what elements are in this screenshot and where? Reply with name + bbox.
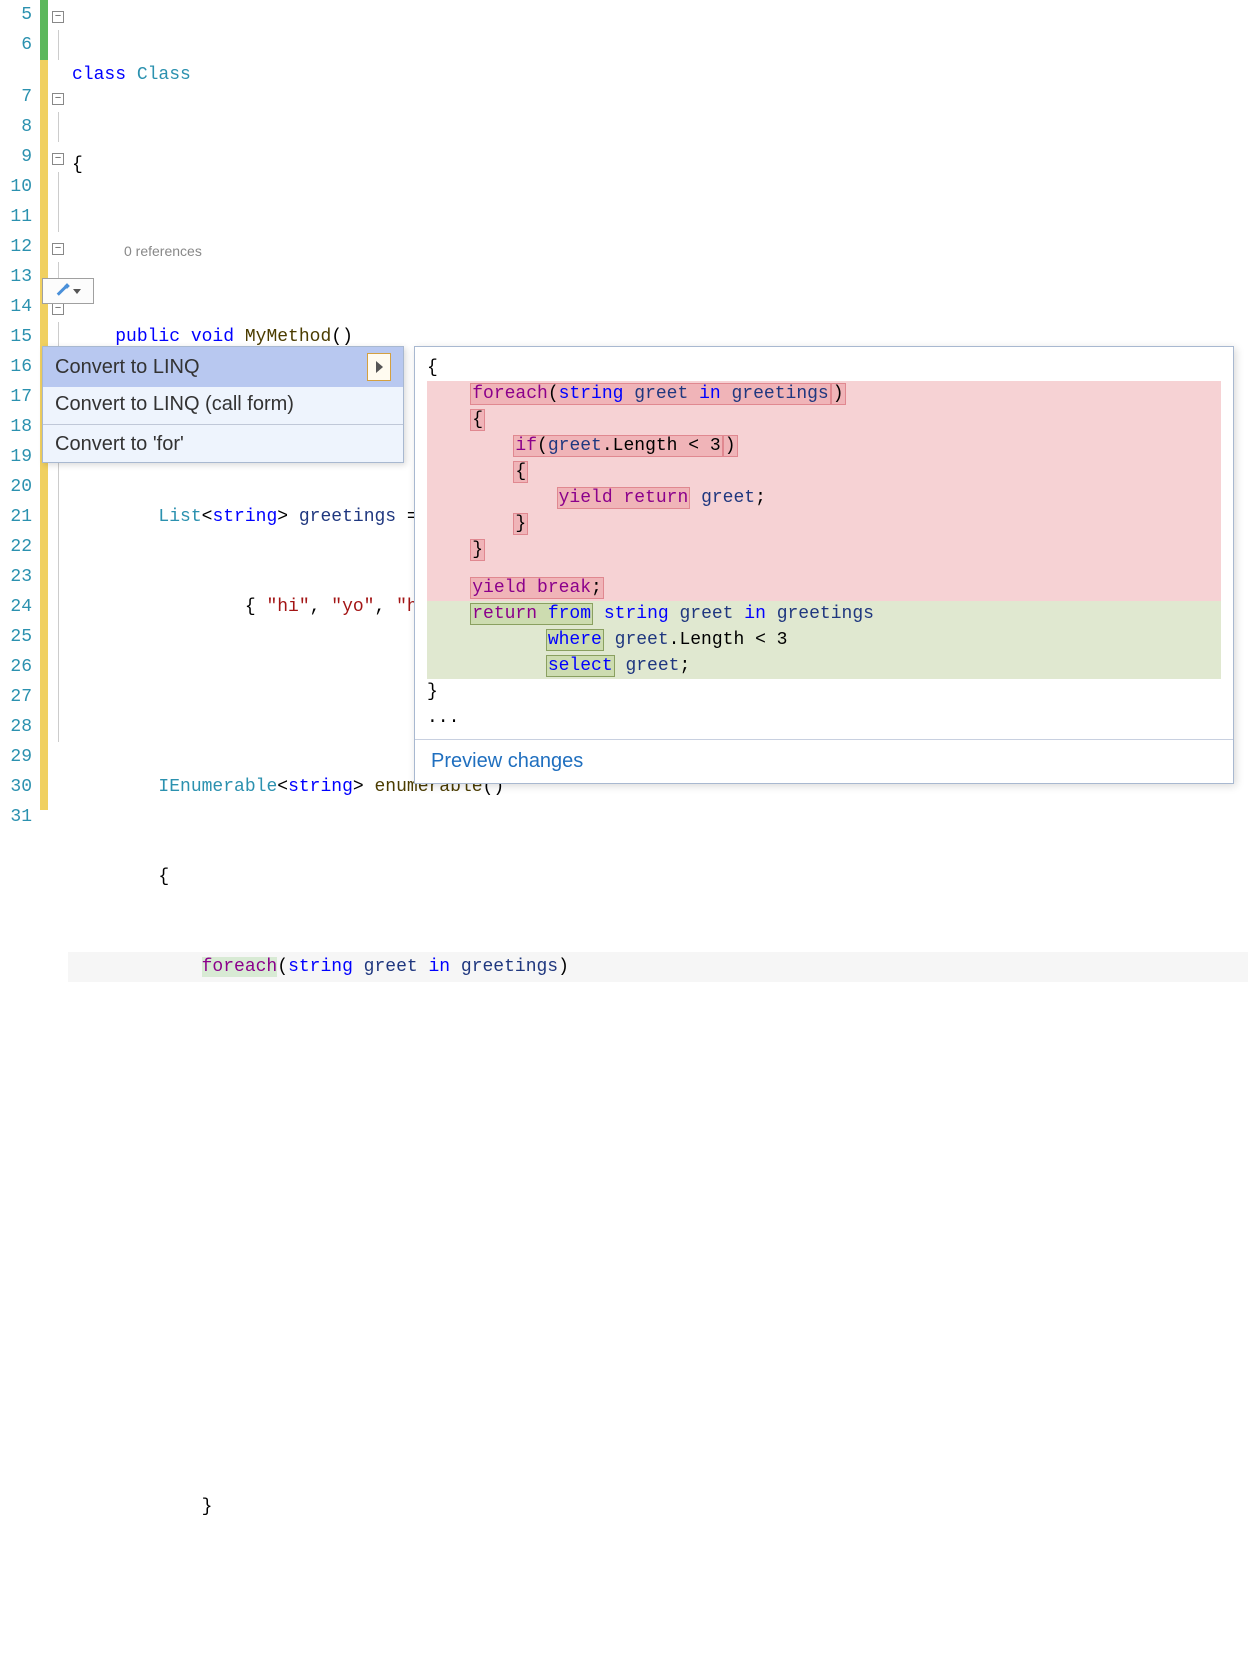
brace: } bbox=[202, 1497, 213, 1517]
line-number: 16 bbox=[0, 352, 32, 382]
preview-changes-link[interactable]: Preview changes bbox=[415, 739, 1233, 783]
line-number: 31 bbox=[0, 802, 32, 832]
line-number: 29 bbox=[0, 742, 32, 772]
diff-removed-line: if(greet.Length < 3) bbox=[427, 433, 1221, 459]
menu-item-convert-to-linq[interactable]: Convert to LINQ bbox=[43, 347, 403, 387]
codelens-references[interactable]: 0 references bbox=[68, 240, 1248, 262]
fold-toggle-icon[interactable]: − bbox=[52, 93, 64, 105]
menu-item-convert-to-linq-call[interactable]: Convert to LINQ (call form) bbox=[43, 387, 403, 422]
brace: { bbox=[68, 150, 1248, 180]
keyword: public bbox=[115, 327, 180, 347]
diff-added-line: where greet.Length < 3 bbox=[427, 627, 1221, 653]
menu-item-label: Convert to LINQ (call form) bbox=[55, 393, 294, 416]
line-number: 19 bbox=[0, 442, 32, 472]
type-name: Class bbox=[126, 65, 191, 85]
parens: () bbox=[331, 327, 353, 347]
line-number: 17 bbox=[0, 382, 32, 412]
line-number: 22 bbox=[0, 532, 32, 562]
refactoring-preview-panel: { foreach(string greet in greetings) { i… bbox=[414, 346, 1234, 784]
string-literal: "yo" bbox=[331, 597, 374, 617]
menu-item-label: Convert to 'for' bbox=[55, 433, 184, 456]
menu-separator bbox=[43, 424, 403, 425]
keyword: foreach bbox=[202, 957, 278, 977]
keyword: void bbox=[180, 327, 234, 347]
identifier: greetings bbox=[288, 507, 396, 527]
keyword: class bbox=[72, 65, 126, 85]
fold-toggle-icon[interactable]: − bbox=[52, 153, 64, 165]
diff-removed-line: } bbox=[427, 511, 1221, 537]
submenu-arrow-icon[interactable] bbox=[367, 353, 391, 381]
string-literal: "hi" bbox=[266, 597, 309, 617]
line-number: 21 bbox=[0, 502, 32, 532]
line-number: 18 bbox=[0, 412, 32, 442]
menu-item-label: Convert to LINQ bbox=[55, 356, 200, 379]
line-number: 30 bbox=[0, 772, 32, 802]
line-number: 10 bbox=[0, 172, 32, 202]
chevron-down-icon bbox=[73, 289, 81, 294]
diff-removed-line bbox=[427, 563, 1221, 575]
line-number: 13 bbox=[0, 262, 32, 292]
type-name: IEnumerable bbox=[158, 777, 277, 797]
diff-removed-line: yield break; bbox=[427, 575, 1221, 601]
line-number: 28 bbox=[0, 712, 32, 742]
screwdriver-icon bbox=[55, 284, 69, 298]
diff-removed-line: } bbox=[427, 537, 1221, 563]
diff-ellipsis: ... bbox=[427, 705, 1221, 731]
line-number: 24 bbox=[0, 592, 32, 622]
brace: { bbox=[158, 867, 169, 887]
fold-toggle-icon[interactable]: − bbox=[52, 243, 64, 255]
line-number: 7 bbox=[0, 82, 32, 112]
diff-removed-line: yield return greet; bbox=[427, 485, 1221, 511]
line-number: 5 bbox=[0, 0, 32, 30]
line-number: 6 bbox=[0, 30, 32, 60]
fold-toggle-icon[interactable]: − bbox=[52, 11, 64, 23]
line-number: 25 bbox=[0, 622, 32, 652]
diff-added-line: return from string greet in greetings bbox=[427, 601, 1221, 627]
line-number-gutter: 5 6 7 8 9 10 11 12 13 14 15 16 17 18 19 … bbox=[0, 0, 40, 832]
type-name: List bbox=[158, 507, 201, 527]
diff-context: { bbox=[427, 355, 1221, 381]
line-number: 15 bbox=[0, 322, 32, 352]
diff-removed-line: { bbox=[427, 459, 1221, 485]
quick-actions-button[interactable] bbox=[42, 278, 94, 304]
line-number: 12 bbox=[0, 232, 32, 262]
line-number: 26 bbox=[0, 652, 32, 682]
diff-removed-line: { bbox=[427, 407, 1221, 433]
diff-removed-line: foreach(string greet in greetings) bbox=[427, 381, 1221, 407]
identifier: greet bbox=[353, 957, 418, 977]
line-number: 14 bbox=[0, 292, 32, 322]
line-number: 9 bbox=[0, 142, 32, 172]
quick-actions-menu: Convert to LINQ Convert to LINQ (call fo… bbox=[42, 346, 404, 463]
identifier: greetings bbox=[450, 957, 558, 977]
line-number: 20 bbox=[0, 472, 32, 502]
diff-body: { foreach(string greet in greetings) { i… bbox=[415, 347, 1233, 739]
menu-item-convert-to-for[interactable]: Convert to 'for' bbox=[43, 427, 403, 462]
line-number: 27 bbox=[0, 682, 32, 712]
line-number: 11 bbox=[0, 202, 32, 232]
line-number: 23 bbox=[0, 562, 32, 592]
line-number: 8 bbox=[0, 112, 32, 142]
fold-toggle-icon[interactable]: − bbox=[52, 303, 64, 315]
method-name: MyMethod bbox=[234, 327, 331, 347]
diff-context: } bbox=[427, 679, 1221, 705]
diff-added-line: select greet; bbox=[427, 653, 1221, 679]
